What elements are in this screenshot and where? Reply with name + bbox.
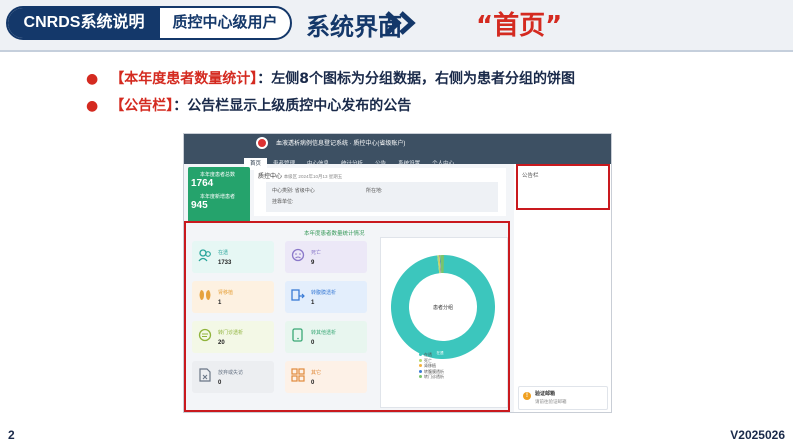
side-stats: 本年度患者总数 1764 本年度新增患者 945 — [188, 167, 250, 223]
bullet-2: ● 【公告栏】：公告栏显示上级质控中心发布的公告 — [86, 98, 412, 114]
hospital-row: 质控中心 本级区 2024年10月13 星期五 — [258, 171, 342, 180]
stat-new-label: 本年度新增患者 — [200, 194, 236, 200]
verify-email-notice[interactable]: ! 验证邮箱 请前往验证邮箱 — [518, 386, 608, 410]
hospital-meta: 本级区 2024年10月13 星期五 — [283, 174, 343, 179]
center-info-panel: 质控中心 本级区 2024年10月13 星期五 中心类别: 省级中心 所在地: … — [254, 168, 506, 216]
stat-total-value: 1764 — [191, 178, 214, 189]
page-title: “首页” — [476, 11, 563, 41]
info-affiliation: 挂靠单位: — [272, 199, 294, 205]
main-nav: 首页 患者管理 中心信息 统计分析 公告 系统设置 个人中心 — [244, 152, 460, 170]
stats-highlight-box — [184, 221, 510, 412]
bullet-1-text: ：左侧8个图标为分组数据，右侧为患者分组的饼图 — [257, 71, 575, 87]
double-chevron-icon — [385, 11, 416, 35]
app-screenshot: 血液透析病例信息登记系统 · 质控中心(省级账户) 首页 患者管理 中心信息 统计分析… — [183, 133, 612, 413]
stat-total-label: 本年度患者总数 — [200, 172, 236, 178]
notice-highlight-box — [516, 164, 610, 210]
info-location: 所在地: — [366, 188, 383, 194]
warning-icon: ! — [523, 392, 531, 400]
doc-badge: CNRDS系统说明 — [8, 8, 160, 38]
app-name: 血液透析病例信息登记系统 · 质控中心(省级账户) — [276, 141, 406, 147]
stat-new-value: 945 — [191, 200, 208, 211]
verify-title: 验证邮箱 — [535, 391, 556, 397]
app-logo-icon — [256, 137, 268, 149]
page-number: 2 — [8, 428, 15, 442]
verify-text: 请前往验证邮箱 — [535, 399, 567, 404]
version-label: V2025026 — [730, 428, 785, 442]
center-info-box: 中心类别: 省级中心 所在地: 挂靠单位: — [266, 182, 498, 212]
hospital-label: 质控中心 — [258, 174, 283, 180]
stat-new: 本年度新增患者 945 — [188, 193, 250, 211]
bullet-1: ● 【本年度患者数量统计】：左侧8个图标为分组数据，右侧为患者分组的饼图 — [86, 71, 575, 87]
bullet-2-highlight: 【公告栏】 — [110, 98, 174, 114]
app-header: 血液透析病例信息登记系统 · 质控中心(省级账户) 首页 患者管理 中心信息 统计分析… — [184, 134, 611, 170]
bullet-1-highlight: 【本年度患者数量统计】 — [110, 71, 258, 87]
role-badge: 质控中心级用户 — [172, 14, 278, 31]
stat-total: 本年度患者总数 1764 — [188, 171, 250, 189]
title-pill: CNRDS系统说明 质控中心级用户 — [6, 6, 292, 40]
bullet-2-text: ：公告栏显示上级质控中心发布的公告 — [173, 98, 412, 114]
info-category: 中心类别: 省级中心 — [272, 188, 315, 194]
